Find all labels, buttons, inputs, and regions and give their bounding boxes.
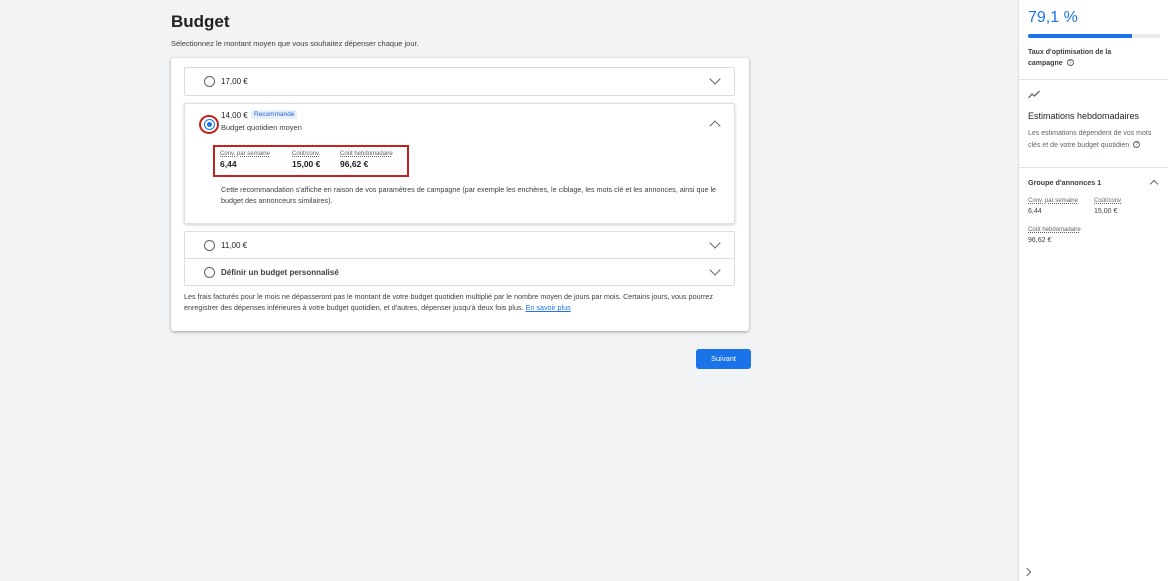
help-icon[interactable]: ? [1066,59,1074,66]
option-label: 17,00 € [221,77,248,86]
metric-value: 15,00 € [292,159,321,169]
budget-option-custom[interactable]: Définir un budget personnalisé [184,258,735,286]
metric-label[interactable]: Coût hebdomadaire [340,151,393,157]
sidebar-metric-weekly-cost: Coût hebdomadaire 96,62 € [1028,227,1081,244]
option-label: 14,00 € [221,111,248,120]
page-subtitle: Sélectionnez le montant moyen que vous s… [171,39,419,48]
ad-group-title[interactable]: Groupe d'annonces 1 [1028,178,1101,187]
option-label: Définir un budget personnalisé [221,268,339,277]
optimization-score: 79,1 % [1028,9,1078,26]
chevron-down-icon[interactable] [709,237,721,249]
trend-icon [1028,90,1040,99]
chevron-down-icon[interactable] [709,73,721,85]
chevron-up-icon[interactable] [1149,179,1159,189]
divider [1019,167,1168,168]
billing-info: Les frais facturés pour le mois ne dépas… [184,291,740,313]
billing-text: Les frais facturés pour le mois ne dépas… [184,292,713,312]
metric-weekly-cost: Coût hebdomadaire 96,62 € [340,151,393,169]
metric-label[interactable]: Coût hebdomadaire [1028,227,1081,233]
metric-value: 6,44 [1028,208,1042,215]
metric-cost-per-conv: Coût/conv. 15,00 € [292,151,320,169]
learn-more-link[interactable]: En savoir plus [526,303,571,312]
page-title: Budget [171,12,230,31]
budget-card: 17,00 € 14,00 € Recommandé Budget quotid… [171,58,749,331]
estimates-text: Les estimations dépendent de vos mots cl… [1028,128,1158,151]
sidebar: 79,1 % Taux d'optimisation de la campagn… [1018,0,1168,581]
budget-option-11[interactable]: 11,00 € [184,231,735,259]
radio-button[interactable] [204,267,215,278]
metric-label[interactable]: Coût/conv. [1094,198,1122,204]
metric-value: 6,44 [220,159,237,169]
metric-value: 96,62 € [340,159,369,169]
metrics-highlight-box: Conv. par semaine 6,44 Coût/conv. 15,00 … [213,145,409,177]
option-sublabel: Budget quotidien moyen [221,123,302,132]
recommendation-description: Cette recommandation s'affiche en raison… [221,185,717,205]
radio-button[interactable] [204,76,215,87]
radio-button[interactable] [204,240,215,251]
metric-value: 96,62 € [1028,237,1052,244]
option-label: 11,00 € [221,241,248,250]
chevron-down-icon[interactable] [709,264,721,276]
metric-label[interactable]: Conv. par semaine [220,151,270,157]
radio-button-selected[interactable] [204,119,215,130]
divider [1019,79,1168,80]
budget-option-17[interactable]: 17,00 € [184,67,735,96]
next-button[interactable]: Suivant [696,349,751,369]
optimization-bar-fill [1028,34,1133,38]
main-content: Budget Sélectionnez le montant moyen que… [0,0,1018,581]
recommended-badge: Recommandé [251,110,298,119]
chevron-up-icon[interactable] [709,120,721,132]
sidebar-metric-cost-per-conv: Coût/conv. 15,00 € [1094,198,1122,215]
metric-label[interactable]: Coût/conv. [292,151,320,157]
optimization-bar [1028,34,1160,38]
help-icon[interactable]: ? [1133,140,1141,148]
metric-conversions: Conv. par semaine 6,44 [220,151,270,169]
sidebar-metric-conversions: Conv. par semaine 6,44 [1028,198,1078,215]
estimates-title: Estimations hebdomadaires [1028,111,1140,121]
budget-option-14[interactable]: 14,00 € Recommandé Budget quotidien moye… [184,103,735,224]
optimization-label: Taux d'optimisation de la campagne ? [1028,47,1138,69]
metric-value: 15,00 € [1094,208,1118,215]
metric-label[interactable]: Conv. par semaine [1028,198,1078,204]
